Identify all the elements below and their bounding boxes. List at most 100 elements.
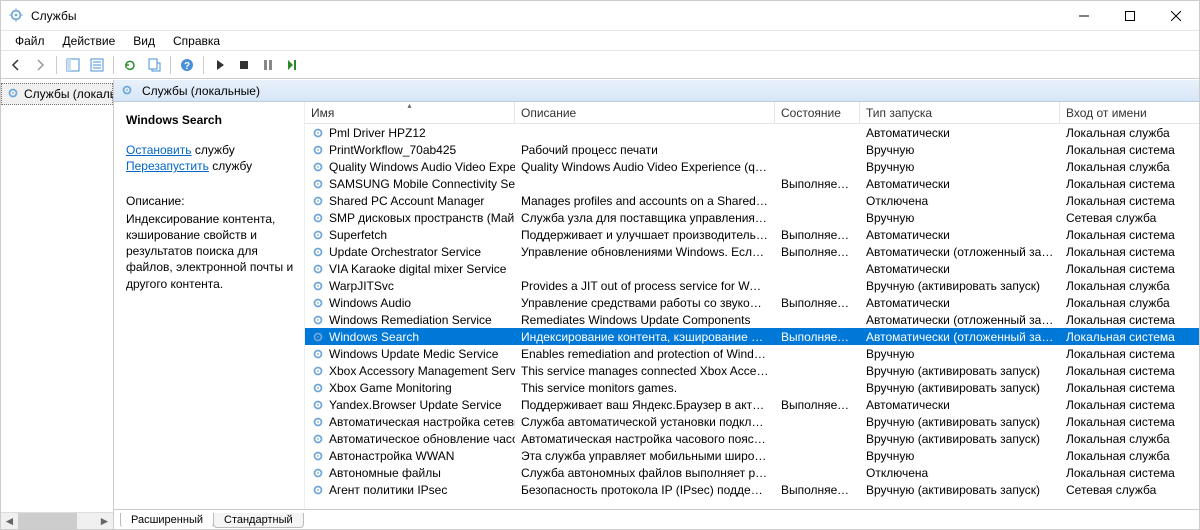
table-row[interactable]: Windows Remediation ServiceRemediates Wi…	[305, 311, 1199, 328]
menu-view[interactable]: Вид	[125, 32, 163, 50]
table-row[interactable]: Windows SearchИндексирование контента, к…	[305, 328, 1199, 345]
list-body[interactable]: Pml Driver HPZ12АвтоматическиЛокальная с…	[305, 124, 1199, 509]
close-button[interactable]	[1153, 1, 1199, 31]
table-row[interactable]: Автонастройка WWANЭта служба управляет м…	[305, 447, 1199, 464]
gear-icon	[311, 483, 325, 497]
restart-service-button[interactable]	[281, 54, 303, 76]
tab-extended[interactable]: Расширенный	[120, 513, 214, 528]
app-icon	[9, 8, 25, 24]
scroll-right-icon[interactable]: ►	[96, 513, 113, 530]
toolbar-separator	[113, 56, 114, 74]
table-row[interactable]: SuperfetchПоддерживает и улучшает произв…	[305, 226, 1199, 243]
service-startup-cell: Отключена	[860, 466, 1060, 480]
service-desc-cell: This service manages connected Xbox Acce…	[515, 364, 775, 378]
help-button[interactable]: ?	[176, 54, 198, 76]
toolbar: ?	[1, 51, 1199, 79]
gear-icon	[311, 245, 325, 259]
service-startup-cell: Вручную	[860, 143, 1060, 157]
toolbar-separator	[203, 56, 204, 74]
service-list: Имя▴ Описание Состояние Тип запуска Вход…	[304, 102, 1199, 509]
back-button[interactable]	[5, 54, 27, 76]
table-row[interactable]: Shared PC Account ManagerManages profile…	[305, 192, 1199, 209]
service-name-cell: VIA Karaoke digital mixer Service	[329, 262, 506, 276]
right-pane: Службы (локальные) Windows Search Остано…	[114, 80, 1199, 529]
menu-file[interactable]: Файл	[7, 32, 53, 50]
service-logon-cell: Локальная система	[1060, 245, 1199, 259]
stop-service-button[interactable]	[233, 54, 255, 76]
column-startup[interactable]: Тип запуска	[860, 102, 1060, 123]
menu-action[interactable]: Действие	[55, 32, 124, 50]
service-name-cell: Windows Search	[329, 330, 419, 344]
menu-help[interactable]: Справка	[165, 32, 228, 50]
tree-node-services[interactable]: Службы (локальн	[1, 83, 113, 105]
service-desc-cell: Служба автономных файлов выполняет работ…	[515, 466, 775, 480]
service-logon-cell: Локальная система	[1060, 194, 1199, 208]
minimize-button[interactable]	[1061, 1, 1107, 31]
forward-button[interactable]	[29, 54, 51, 76]
service-startup-cell: Автоматически	[860, 398, 1060, 412]
service-startup-cell: Вручную	[860, 449, 1060, 463]
table-row[interactable]: Windows Update Medic ServiceEnables reme…	[305, 345, 1199, 362]
toolbar-separator	[170, 56, 171, 74]
properties-button[interactable]	[86, 54, 108, 76]
table-row[interactable]: Update Orchestrator ServiceУправление об…	[305, 243, 1199, 260]
service-startup-cell: Вручную (активировать запуск)	[860, 364, 1060, 378]
scroll-left-icon[interactable]: ◄	[1, 513, 18, 530]
service-logon-cell: Локальная система	[1060, 177, 1199, 191]
table-row[interactable]: Quality Windows Audio Video ExperienceQu…	[305, 158, 1199, 175]
service-status-cell: Выполняется	[775, 177, 860, 191]
service-logon-cell: Локальная система	[1060, 466, 1199, 480]
service-logon-cell: Локальная система	[1060, 228, 1199, 242]
gear-icon	[311, 228, 325, 242]
table-row[interactable]: Windows AudioУправление средствами работ…	[305, 294, 1199, 311]
table-row[interactable]: Автономные файлыСлужба автономных файлов…	[305, 464, 1199, 481]
scroll-thumb[interactable]	[18, 513, 77, 530]
table-row[interactable]: Автоматическая настройка сетевых ...Служ…	[305, 413, 1199, 430]
refresh-button[interactable]	[119, 54, 141, 76]
table-row[interactable]: SAMSUNG Mobile Connectivity ServiceВыпол…	[305, 175, 1199, 192]
maximize-button[interactable]	[1107, 1, 1153, 31]
gear-icon	[311, 466, 325, 480]
tree-node-label: Службы (локальн	[24, 87, 114, 101]
service-startup-cell: Вручную (активировать запуск)	[860, 279, 1060, 293]
service-logon-cell: Локальная система	[1060, 313, 1199, 327]
column-status[interactable]: Состояние	[775, 102, 860, 123]
service-desc-cell: Безопасность протокола IP (IPsec) поддер…	[515, 483, 775, 497]
table-row[interactable]: WarpJITSvcProvides a JIT out of process …	[305, 277, 1199, 294]
table-row[interactable]: VIA Karaoke digital mixer ServiceАвтомат…	[305, 260, 1199, 277]
pause-service-button[interactable]	[257, 54, 279, 76]
service-startup-cell: Автоматически	[860, 228, 1060, 242]
column-name[interactable]: Имя▴	[305, 102, 515, 123]
export-button[interactable]	[143, 54, 165, 76]
stop-service-link[interactable]: Остановить	[126, 143, 192, 157]
info-pane: Windows Search Остановить службу Перезап…	[114, 102, 304, 509]
show-hide-tree-button[interactable]	[62, 54, 84, 76]
service-name-cell: Xbox Accessory Management Service	[329, 364, 515, 378]
table-row[interactable]: SMP дисковых пространств (Майкрос...Служ…	[305, 209, 1199, 226]
service-logon-cell: Локальная система	[1060, 330, 1199, 344]
column-description[interactable]: Описание	[515, 102, 775, 123]
table-row[interactable]: Yandex.Browser Update ServiceПоддерживае…	[305, 396, 1199, 413]
scroll-track[interactable]	[18, 513, 96, 530]
table-row[interactable]: Xbox Accessory Management ServiceThis se…	[305, 362, 1199, 379]
service-desc-cell: Служба узла для поставщика управления ди…	[515, 211, 775, 225]
column-logon[interactable]: Вход от имени	[1060, 102, 1200, 123]
restart-service-link[interactable]: Перезапустить	[126, 159, 209, 173]
tab-standard[interactable]: Стандартный	[213, 513, 304, 528]
service-desc-cell: Эта служба управляет мобильными широкопо…	[515, 449, 775, 463]
service-name-cell: Windows Update Medic Service	[329, 347, 498, 361]
toolbar-separator	[56, 56, 57, 74]
restart-suffix: службу	[209, 159, 252, 173]
table-row[interactable]: Автоматическое обновление часово...Автом…	[305, 430, 1199, 447]
description-text: Индексирование контента, кэширование сво…	[126, 211, 294, 292]
tree-horizontal-scrollbar[interactable]: ◄ ►	[1, 512, 113, 529]
table-row[interactable]: Xbox Game MonitoringThis service monitor…	[305, 379, 1199, 396]
gear-icon	[311, 347, 325, 361]
table-row[interactable]: PrintWorkflow_70ab425Рабочий процесс печ…	[305, 141, 1199, 158]
start-service-button[interactable]	[209, 54, 231, 76]
gear-icon	[311, 296, 325, 310]
service-name-cell: Автоматическое обновление часово...	[329, 432, 515, 446]
table-row[interactable]: Агент политики IPsecБезопасность протоко…	[305, 481, 1199, 498]
gear-icon	[311, 126, 325, 140]
table-row[interactable]: Pml Driver HPZ12АвтоматическиЛокальная с…	[305, 124, 1199, 141]
